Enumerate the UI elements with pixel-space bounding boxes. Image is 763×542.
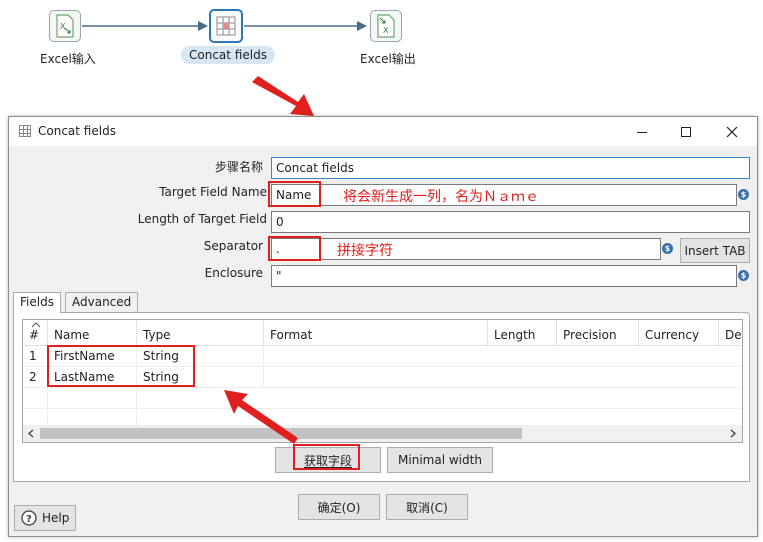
close-icon xyxy=(726,126,738,137)
annotation-arrow xyxy=(252,76,314,116)
separator-label: Separator xyxy=(203,239,263,253)
highlight-target-field xyxy=(268,181,321,207)
annotation-target-note: 将会新生成一列，名为Ｎａｍｅ xyxy=(343,189,539,205)
close-button[interactable] xyxy=(711,117,753,146)
dialog-app-icon xyxy=(19,125,31,137)
minimize-icon xyxy=(637,131,647,133)
step-name-field[interactable]: Concat fields xyxy=(271,157,750,179)
help-button[interactable]: ? Help xyxy=(14,505,76,531)
minimize-button[interactable] xyxy=(621,117,663,146)
scroll-right-icon[interactable] xyxy=(729,429,737,438)
maximize-icon xyxy=(681,126,691,137)
scroll-left-icon[interactable] xyxy=(27,429,35,438)
concat-fields-dialog: Concat fields 步骤名称 Concat fields Target … xyxy=(8,116,758,537)
column-header[interactable]: Length xyxy=(488,320,557,346)
step-label-excel-input: Excel输入 xyxy=(40,52,96,66)
help-label: Help xyxy=(42,511,70,525)
column-header[interactable]: Type xyxy=(137,320,264,346)
highlight-field-rows xyxy=(47,345,195,387)
table-row-rest[interactable] xyxy=(264,367,742,388)
highlight-get-fields xyxy=(293,444,360,470)
column-header[interactable]: Name xyxy=(48,320,137,346)
empty-row xyxy=(23,388,48,409)
hop-arrow xyxy=(82,21,208,31)
highlight-separator xyxy=(268,236,321,261)
horizontal-scrollbar[interactable] xyxy=(23,425,742,442)
annotation-separator-note: 拼接字符 xyxy=(337,243,393,259)
separator-input[interactable]: . xyxy=(271,238,661,260)
cancel-button[interactable]: 取消(C) xyxy=(386,494,468,520)
svg-text:?: ? xyxy=(26,514,32,525)
variable-icon[interactable]: $ xyxy=(738,270,749,281)
tab-advanced[interactable]: Advanced xyxy=(65,292,139,312)
length-input[interactable]: 0 xyxy=(271,211,750,233)
dialog-titlebar: Concat fields xyxy=(9,117,757,146)
column-header[interactable]: De xyxy=(719,320,742,346)
column-header[interactable]: Format xyxy=(264,320,488,346)
enclosure-label: Enclosure xyxy=(204,266,263,280)
annotation-arrow xyxy=(224,390,298,444)
column-header[interactable]: Precision xyxy=(557,320,639,346)
concat-fields-icon[interactable] xyxy=(209,9,243,43)
column-header[interactable]: # xyxy=(23,320,48,346)
dialog-title: Concat fields xyxy=(38,124,116,138)
target-field-label: Target Field Name xyxy=(159,185,267,199)
ok-button[interactable]: 确定(O) xyxy=(298,494,380,520)
minimal-width-button[interactable]: Minimal width xyxy=(387,447,493,473)
tab-fields[interactable]: Fields xyxy=(13,292,61,313)
row-number: 1 xyxy=(23,346,48,367)
step-label-concat-fields: Concat fields xyxy=(181,46,275,64)
step-label-excel-output: Excel输出 xyxy=(360,52,416,66)
variable-icon[interactable]: $ xyxy=(738,189,749,200)
insert-tab-button[interactable]: Insert TAB xyxy=(680,238,750,263)
column-header[interactable]: Currency xyxy=(639,320,719,346)
table-row-rest[interactable] xyxy=(264,346,742,367)
maximize-button[interactable] xyxy=(665,117,707,146)
step-name-label: 步骤名称 xyxy=(214,160,263,174)
svg-text:X: X xyxy=(60,22,66,31)
enclosure-input[interactable]: " xyxy=(271,265,737,287)
variable-icon[interactable]: $ xyxy=(662,243,673,254)
row-number: 2 xyxy=(23,367,48,388)
empty-row xyxy=(48,388,137,409)
svg-text:X: X xyxy=(383,26,389,35)
length-label: Length of Target Field xyxy=(137,212,267,226)
hop-arrow xyxy=(244,21,367,31)
excel-output-icon[interactable]: X xyxy=(370,10,402,42)
excel-input-icon[interactable]: X xyxy=(49,10,81,42)
help-icon: ? xyxy=(21,510,37,526)
